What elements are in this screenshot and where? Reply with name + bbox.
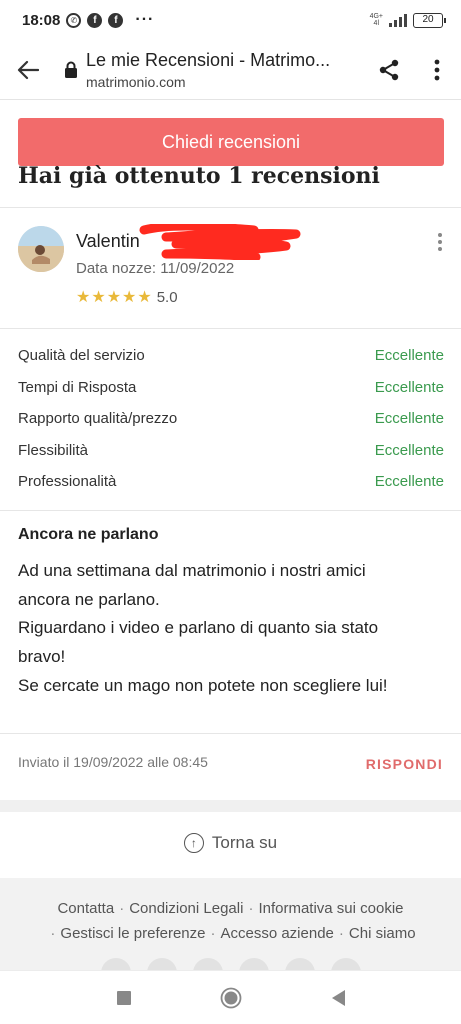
review-title: Ancora ne parlano bbox=[18, 526, 159, 543]
criteria-label: Flessibilità bbox=[18, 441, 89, 459]
criteria-value: Eccellente bbox=[374, 378, 444, 396]
review-body: Ad una settimana dal matrimonio i nostri… bbox=[18, 557, 448, 701]
more-vert-icon[interactable] bbox=[413, 46, 461, 94]
review-line: ancora ne parlano. bbox=[18, 589, 160, 609]
footer-links-row: Contatta · Condizioni Legali · Informativa s… bbox=[57, 900, 404, 917]
review-header: Valentin Data nozze: 11/09/2022 ★ ★ ★ ★ … bbox=[18, 224, 448, 314]
url-block[interactable]: Le mie Recensioni - Matrimo... matrimoni… bbox=[86, 50, 365, 90]
lock-icon[interactable] bbox=[56, 61, 86, 79]
whatsapp-icon: ✆ bbox=[66, 12, 82, 28]
recents-icon[interactable] bbox=[104, 978, 144, 1018]
criteria-row: Flessibilità Eccellente bbox=[18, 435, 444, 467]
criteria-row: Professionalità Eccellente bbox=[18, 466, 444, 498]
footer-link-contatta[interactable]: Contatta bbox=[57, 900, 114, 917]
network-type: 4G+ 4l bbox=[369, 13, 383, 27]
rating-value: 5.0 bbox=[156, 288, 178, 306]
ask-reviews-button[interactable]: Chiedi recensioni bbox=[18, 118, 444, 166]
criteria-value: Eccellente bbox=[374, 473, 444, 491]
criteria-label: Tempi di Risposta bbox=[18, 378, 137, 396]
star-icon: ★ bbox=[91, 289, 106, 306]
star-icon: ★ bbox=[122, 289, 137, 306]
battery-level: 20 bbox=[422, 13, 434, 25]
criteria-value: Eccellente bbox=[374, 441, 444, 459]
avatar bbox=[18, 226, 64, 272]
review-line: Ad una settimana dal matrimonio i nostri… bbox=[18, 561, 366, 580]
footer-link-chi-siamo[interactable]: Chi siamo bbox=[349, 925, 416, 942]
criteria-ratings: Qualità del servizio Eccellente Tempi di… bbox=[18, 340, 444, 498]
share-icon[interactable] bbox=[365, 46, 413, 94]
review-line: Se cercate un mago non potete non scegli… bbox=[18, 675, 388, 695]
url-domain: matrimonio.com bbox=[86, 73, 186, 90]
battery-icon: 20 bbox=[413, 12, 446, 28]
facebook-icon: f bbox=[87, 12, 103, 28]
reply-button[interactable]: RISPONDI bbox=[366, 756, 443, 772]
star-icon: ★ bbox=[106, 289, 122, 306]
reviewer-name: Valentin bbox=[76, 231, 140, 251]
footer-link-preferenze[interactable]: Gestisci le preferenze bbox=[60, 925, 205, 942]
back-triangle-icon[interactable] bbox=[318, 978, 358, 1018]
footer: Contatta · Condizioni Legali · Informativa s… bbox=[0, 878, 461, 988]
divider bbox=[0, 207, 461, 208]
criteria-value: Eccellente bbox=[374, 410, 444, 428]
divider bbox=[0, 733, 461, 734]
star-icon: ★ bbox=[76, 289, 91, 306]
footer-links-row: · Gestisci le preferenze · Accesso aziende ·… bbox=[50, 925, 416, 942]
status-right: 4G+ 4l 20 bbox=[369, 12, 446, 28]
browser-toolbar: Le mie Recensioni - Matrimo... matrimoni… bbox=[0, 40, 461, 100]
criteria-label: Qualità del servizio bbox=[18, 347, 145, 365]
criteria-label: Rapporto qualità/prezzo bbox=[18, 410, 178, 428]
arrow-up-icon: ↑ bbox=[183, 833, 204, 853]
footer-link-condizioni[interactable]: Condizioni Legali bbox=[129, 900, 243, 917]
criteria-row: Qualità del servizio Eccellente bbox=[18, 340, 444, 372]
criteria-label: Professionalità bbox=[18, 473, 117, 491]
criteria-row: Rapporto qualità/prezzo Eccellente bbox=[18, 403, 444, 435]
facebook-icon-2: f bbox=[108, 12, 124, 28]
wedding-date: Data nozze: 11/09/2022 bbox=[76, 260, 235, 277]
footer-link-aziende[interactable]: Accesso aziende bbox=[220, 925, 333, 942]
system-nav-bar bbox=[0, 970, 461, 1024]
redaction-scribble bbox=[139, 224, 301, 260]
rating-stars: ★ ★ ★ ★ ★ 5.0 bbox=[76, 287, 178, 307]
divider bbox=[0, 328, 461, 329]
sent-timestamp: Inviato il 19/09/2022 alle 08:45 bbox=[18, 754, 208, 770]
criteria-row: Tempi di Risposta Eccellente bbox=[18, 372, 444, 404]
review-options-icon[interactable] bbox=[432, 232, 448, 252]
criteria-value: Eccellente bbox=[374, 347, 444, 365]
divider bbox=[0, 510, 461, 511]
page-title-bar: Le mie Recensioni - Matrimo... bbox=[86, 49, 331, 70]
back-arrow-icon[interactable] bbox=[0, 42, 56, 98]
home-icon[interactable] bbox=[211, 978, 251, 1018]
status-left: 18:08 ✆ f f ··· bbox=[22, 11, 154, 29]
page-heading: Hai già ottenuto 1 recensioni bbox=[18, 163, 380, 189]
footer-link-cookie[interactable]: Informativa sui cookie bbox=[258, 900, 403, 917]
back-to-top-label: Torna su bbox=[211, 833, 278, 852]
back-to-top-link[interactable]: ↑ Torna su bbox=[0, 833, 461, 853]
review-line: Riguardano i video e parlano di quanto s… bbox=[18, 618, 379, 638]
review-line: bravo! bbox=[18, 647, 66, 667]
signal-icon bbox=[389, 13, 407, 27]
star-icon: ★ bbox=[137, 289, 152, 306]
status-time: 18:08 bbox=[22, 11, 61, 29]
more-notifications-icon: ··· bbox=[135, 11, 155, 28]
status-bar: 18:08 ✆ f f ··· 4G+ 4l 20 bbox=[0, 0, 461, 40]
section-separator bbox=[0, 800, 461, 812]
